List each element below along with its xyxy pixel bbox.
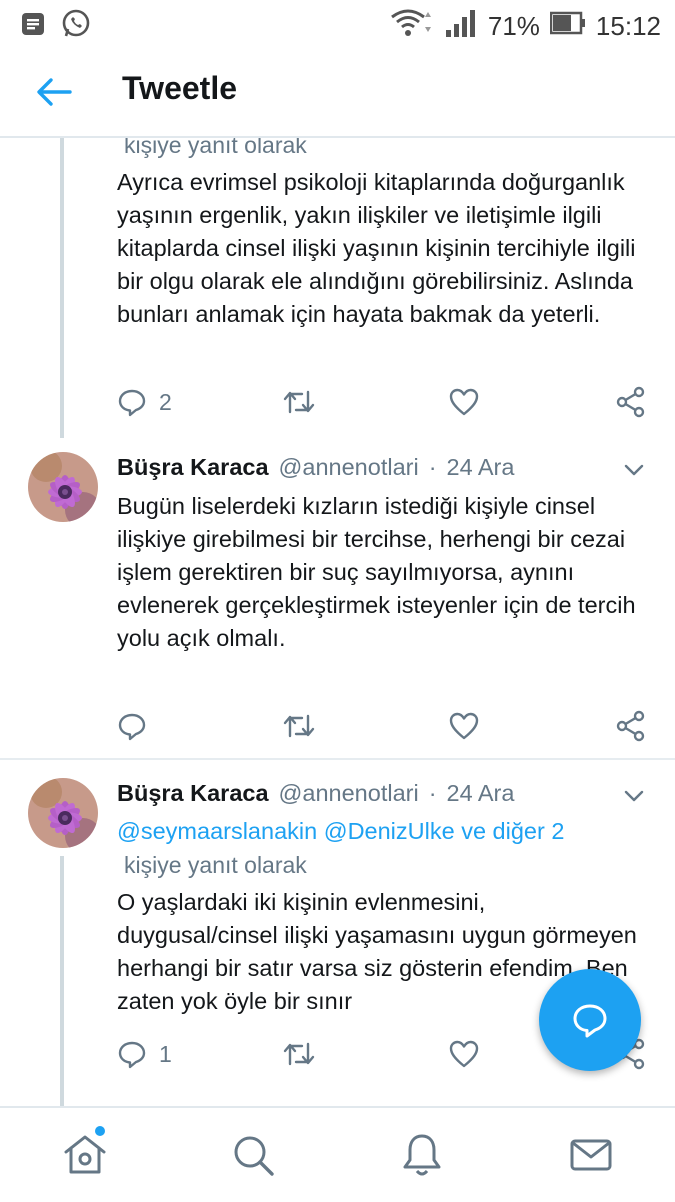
tweet-text: Bugün liselerdeki kızların istediği kişi… bbox=[117, 493, 636, 651]
retweet-button[interactable] bbox=[282, 1034, 328, 1074]
reply-mentions: @seymaarslanakin @DenizUlke ve diğer 2 bbox=[117, 818, 564, 845]
heart-icon bbox=[449, 388, 479, 416]
heart-icon bbox=[449, 712, 479, 740]
reply-button[interactable]: 2 bbox=[117, 382, 172, 422]
reply-button[interactable]: 1 bbox=[117, 1034, 172, 1074]
chevron-down-icon[interactable] bbox=[623, 788, 645, 804]
reply-button[interactable] bbox=[117, 706, 159, 746]
notes-icon bbox=[20, 11, 46, 42]
mention-link[interactable]: @seymaarslanakin bbox=[117, 818, 317, 844]
mention-more-link[interactable]: ve diğer 2 bbox=[461, 818, 564, 844]
retweet-button[interactable] bbox=[282, 706, 328, 746]
reply-label: kişiye yanıt olarak bbox=[124, 852, 307, 878]
avatar[interactable] bbox=[28, 452, 98, 522]
share-icon bbox=[616, 710, 645, 742]
compose-reply-button[interactable] bbox=[539, 969, 641, 1071]
reply-icon bbox=[118, 713, 146, 741]
signal-icon bbox=[444, 8, 478, 45]
tweet-date[interactable]: 24 Ara bbox=[447, 780, 515, 807]
reply-icon bbox=[118, 1041, 146, 1069]
wifi-icon bbox=[390, 8, 434, 45]
share-icon bbox=[616, 386, 645, 418]
tweet-text: Ayrıca evrimsel psikoloji kitaplarında d… bbox=[117, 169, 636, 327]
tweet-date[interactable]: 24 Ara bbox=[447, 454, 515, 481]
reply-label: kişiye yanıt olarak bbox=[124, 138, 307, 158]
tweet-divider bbox=[0, 758, 675, 760]
author-handle[interactable]: @annenotlari bbox=[279, 780, 419, 807]
author-name[interactable]: Büşra Karaca bbox=[117, 454, 269, 481]
home-icon[interactable] bbox=[60, 1130, 110, 1180]
like-button[interactable] bbox=[449, 706, 491, 746]
tweet-2[interactable]: Büşra Karaca @annenotlari · 24 Ara Bugün… bbox=[0, 438, 675, 758]
whatsapp-icon bbox=[60, 8, 92, 45]
battery-icon bbox=[549, 11, 586, 42]
chevron-down-icon[interactable] bbox=[623, 462, 645, 478]
retweet-icon bbox=[283, 390, 315, 414]
retweet-icon bbox=[283, 714, 315, 738]
mention-link[interactable]: @DenizUlke bbox=[324, 818, 455, 844]
search-icon[interactable] bbox=[228, 1130, 278, 1180]
retweet-icon bbox=[283, 1042, 315, 1066]
reply-count: 1 bbox=[159, 1040, 172, 1067]
bottom-navigation bbox=[0, 1106, 675, 1202]
home-notification-dot bbox=[95, 1126, 105, 1136]
like-button[interactable] bbox=[449, 382, 491, 422]
author-handle[interactable]: @annenotlari bbox=[279, 454, 419, 481]
avatar[interactable] bbox=[28, 778, 98, 848]
page-title: Tweetle bbox=[122, 70, 237, 106]
reply-count: 2 bbox=[159, 388, 172, 415]
tweet-meta: Büşra Karaca @annenotlari · 24 Ara bbox=[117, 454, 514, 481]
tweet-actions: 2 bbox=[117, 382, 647, 422]
app-header: Tweetle bbox=[0, 50, 675, 138]
notifications-icon[interactable] bbox=[397, 1130, 447, 1180]
share-button[interactable] bbox=[615, 382, 647, 422]
meta-separator: · bbox=[428, 780, 437, 806]
share-button[interactable] bbox=[615, 706, 647, 746]
tweet-1[interactable]: kişiye yanıt olarak Ayrıca evrimsel psik… bbox=[0, 138, 675, 438]
meta-separator: · bbox=[428, 454, 437, 480]
battery-percent: 71% bbox=[487, 11, 540, 41]
clock-time: 15:12 bbox=[595, 11, 661, 41]
like-button[interactable] bbox=[449, 1034, 491, 1074]
status-bar: 71% 15:12 bbox=[0, 0, 675, 50]
tweet-actions bbox=[117, 706, 647, 746]
back-arrow-icon[interactable] bbox=[34, 74, 74, 110]
messages-icon[interactable] bbox=[566, 1130, 616, 1180]
reply-bubble-icon bbox=[573, 1004, 607, 1038]
heart-icon bbox=[449, 1040, 479, 1068]
reply-icon bbox=[118, 389, 146, 417]
tweet-timeline[interactable]: kişiye yanıt olarak Ayrıca evrimsel psik… bbox=[0, 138, 675, 1106]
author-name[interactable]: Büşra Karaca bbox=[117, 780, 269, 807]
tweet-meta: Büşra Karaca @annenotlari · 24 Ara bbox=[117, 780, 514, 807]
retweet-button[interactable] bbox=[282, 382, 328, 422]
